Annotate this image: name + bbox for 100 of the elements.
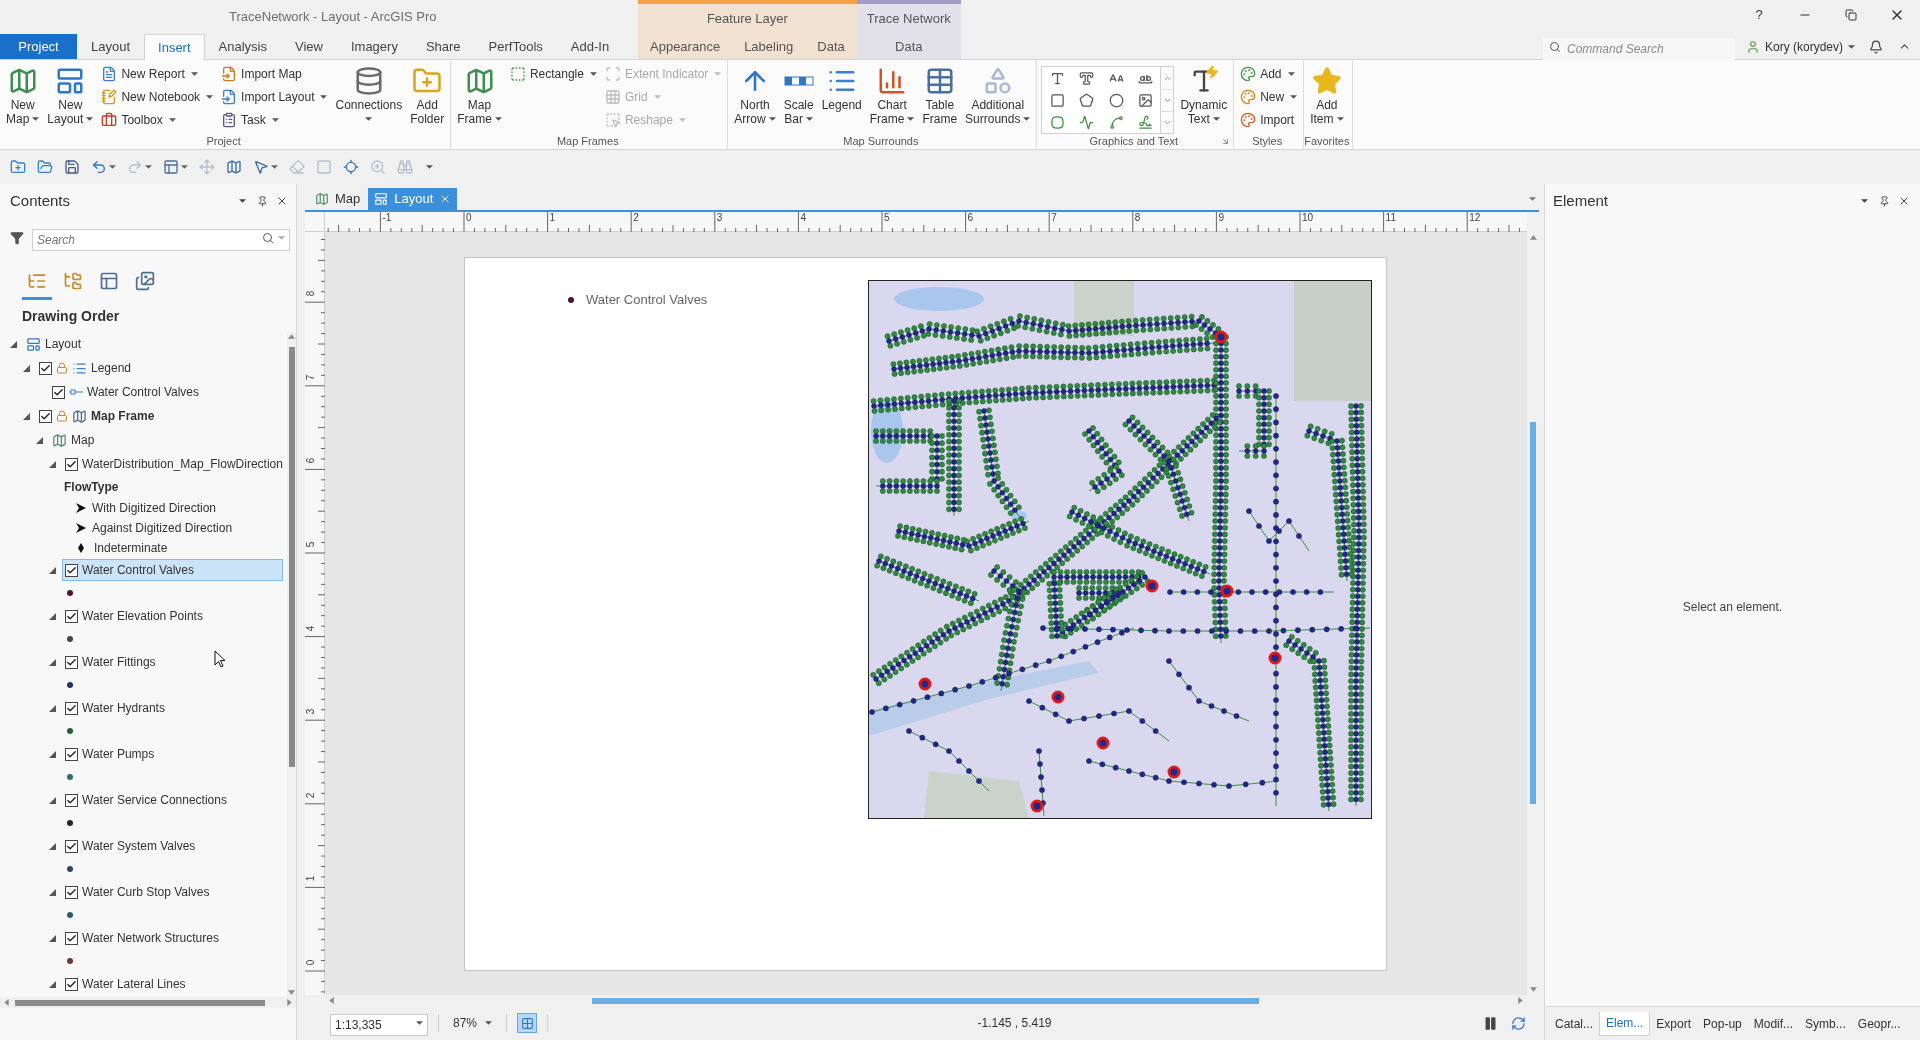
ribbon-button[interactable]: Scale Bar bbox=[781, 62, 816, 132]
ribbon-button[interactable]: Add Item bbox=[1308, 62, 1346, 132]
checkbox[interactable] bbox=[65, 931, 78, 945]
expanded-triangle-icon[interactable] bbox=[49, 460, 56, 468]
layer-name[interactable]: Water Fittings bbox=[82, 653, 156, 671]
checkbox[interactable] bbox=[65, 701, 78, 715]
ribbon-tab[interactable]: Analysis bbox=[204, 34, 281, 59]
scale-field[interactable]: 1:13,335 bbox=[330, 1014, 428, 1036]
ribbon-button[interactable]: New Layout bbox=[45, 62, 96, 132]
layer-name[interactable]: Water System Valves bbox=[82, 837, 196, 855]
ribbon-button[interactable]: Legend bbox=[819, 62, 864, 132]
close-button[interactable] bbox=[276, 195, 288, 207]
checkbox[interactable] bbox=[65, 839, 78, 853]
scroll-up-icon[interactable] bbox=[288, 334, 295, 339]
zoom-dropdown[interactable]: 87% bbox=[449, 1014, 497, 1032]
selected-row-highlight[interactable]: Water Control Valves bbox=[62, 559, 283, 581]
checkbox[interactable] bbox=[65, 747, 78, 761]
expanded-triangle-icon[interactable] bbox=[23, 364, 30, 372]
ribbon-button[interactable]: Connections bbox=[333, 62, 405, 132]
layer-name[interactable]: Water Service Connections bbox=[82, 791, 227, 809]
layer-name[interactable]: Water Control Valves bbox=[87, 383, 200, 401]
expanded-triangle-icon[interactable] bbox=[49, 842, 56, 850]
scroll-up-icon[interactable] bbox=[1529, 235, 1537, 240]
command-search-field[interactable]: Command Search bbox=[1542, 37, 1735, 60]
pane-tab[interactable]: Export bbox=[1650, 1011, 1698, 1036]
pane-tab[interactable]: Modif... bbox=[1747, 1011, 1800, 1036]
expanded-triangle-icon[interactable] bbox=[10, 340, 17, 348]
scroll-down-icon[interactable] bbox=[288, 990, 295, 995]
scroll-down-icon[interactable] bbox=[1529, 987, 1537, 992]
pin-button[interactable] bbox=[1878, 195, 1890, 207]
expanded-triangle-icon[interactable] bbox=[49, 566, 56, 574]
ribbon-tab[interactable]: Layout bbox=[77, 34, 145, 59]
dialog-launcher[interactable] bbox=[1220, 136, 1231, 147]
ribbon-tab[interactable]: Imagery bbox=[336, 34, 412, 59]
checkbox[interactable] bbox=[65, 885, 78, 899]
ribbon-tab[interactable]: Data bbox=[805, 34, 857, 59]
pin-button[interactable] bbox=[256, 195, 268, 207]
ribbon-button[interactable]: New Report bbox=[99, 63, 216, 85]
expanded-triangle-icon[interactable] bbox=[49, 980, 56, 988]
ribbon-button[interactable]: Dynamic Text bbox=[1178, 62, 1230, 132]
ribbon-button[interactable]: Table Frame bbox=[920, 62, 960, 132]
ribbon-button[interactable]: Chart Frame bbox=[867, 62, 917, 132]
layer-name[interactable]: Layout bbox=[45, 335, 82, 353]
ribbon-button[interactable]: Rectangle bbox=[507, 63, 599, 85]
refresh-button[interactable] bbox=[1509, 1014, 1527, 1032]
ribbon-button[interactable]: New bbox=[1238, 86, 1300, 108]
filter-button[interactable] bbox=[9, 230, 25, 246]
ribbon-tab[interactable]: View bbox=[281, 34, 337, 59]
ribbon-tab[interactable]: Data bbox=[856, 34, 961, 59]
ribbon-button[interactable]: New Notebook bbox=[99, 86, 216, 108]
layer-name[interactable]: Water Curb Stop Valves bbox=[82, 883, 210, 901]
pane-tab[interactable]: Elem... bbox=[1599, 1011, 1651, 1036]
expanded-triangle-icon[interactable] bbox=[49, 934, 56, 942]
ribbon-button[interactable]: Task bbox=[219, 109, 330, 131]
layer-name[interactable]: WaterDistribution_Map_FlowDirection bbox=[82, 455, 283, 473]
expanded-triangle-icon[interactable] bbox=[49, 704, 56, 712]
close-button[interactable] bbox=[1898, 195, 1910, 207]
checkbox[interactable] bbox=[65, 793, 78, 807]
expanded-triangle-icon[interactable] bbox=[49, 888, 56, 896]
pane-tab[interactable]: Catal... bbox=[1549, 1011, 1599, 1036]
ribbon-button[interactable]: Import Map bbox=[219, 63, 330, 85]
pane-tab[interactable]: Symb... bbox=[1799, 1011, 1852, 1036]
layer-name[interactable]: Water Lateral Lines bbox=[82, 975, 186, 993]
ribbon-tab[interactable]: Labeling bbox=[732, 34, 806, 59]
document-tab[interactable]: Map bbox=[309, 188, 367, 210]
checkbox[interactable] bbox=[65, 457, 78, 471]
layer-name[interactable]: Water Control Valves bbox=[82, 561, 195, 579]
ribbon-tab[interactable]: Insert bbox=[144, 34, 205, 60]
user-account-button[interactable]: Kory (korydev) bbox=[1742, 37, 1858, 56]
checkbox[interactable] bbox=[65, 655, 78, 669]
layer-name[interactable]: Water Hydrants bbox=[82, 699, 165, 717]
pane-tab[interactable]: Pop-up bbox=[1697, 1011, 1748, 1036]
layer-name[interactable]: Water Elevation Points bbox=[82, 607, 203, 625]
checkbox[interactable] bbox=[39, 361, 52, 375]
vertical-scrollbar[interactable] bbox=[287, 332, 296, 997]
grid-toggle-button[interactable] bbox=[517, 1013, 538, 1033]
layer-name[interactable]: Water Network Structures bbox=[82, 929, 219, 947]
scroll-right-icon[interactable] bbox=[287, 999, 292, 1006]
ribbon-button[interactable]: New Map bbox=[4, 62, 42, 132]
layer-name[interactable]: Map Frame bbox=[91, 407, 155, 425]
layer-name[interactable]: Legend bbox=[91, 359, 132, 377]
ribbon-tab[interactable]: Appearance bbox=[638, 34, 733, 59]
checkbox[interactable] bbox=[65, 609, 78, 623]
graphics-gallery[interactable] bbox=[1041, 66, 1162, 134]
scroll-left-icon[interactable] bbox=[4, 999, 9, 1006]
search-field[interactable]: Search bbox=[32, 229, 290, 251]
ribbon-button[interactable]: Add Folder bbox=[408, 62, 447, 132]
ribbon-tab[interactable]: Add-In bbox=[556, 34, 624, 59]
expanded-triangle-icon[interactable] bbox=[49, 612, 56, 620]
expanded-triangle-icon[interactable] bbox=[36, 436, 43, 444]
ribbon-button[interactable]: North Arrow bbox=[732, 62, 778, 132]
layer-name[interactable]: Map bbox=[71, 431, 95, 449]
checkbox[interactable] bbox=[65, 563, 78, 577]
pane-tab[interactable]: Geopr... bbox=[1851, 1011, 1907, 1036]
help-button[interactable]: ? bbox=[1736, 0, 1782, 30]
ribbon-button[interactable]: Import bbox=[1238, 109, 1300, 131]
expanded-triangle-icon[interactable] bbox=[23, 412, 30, 420]
checkbox[interactable] bbox=[65, 977, 78, 991]
scroll-right-icon[interactable] bbox=[1518, 997, 1523, 1004]
ribbon-button[interactable]: Map Frame bbox=[455, 62, 504, 132]
